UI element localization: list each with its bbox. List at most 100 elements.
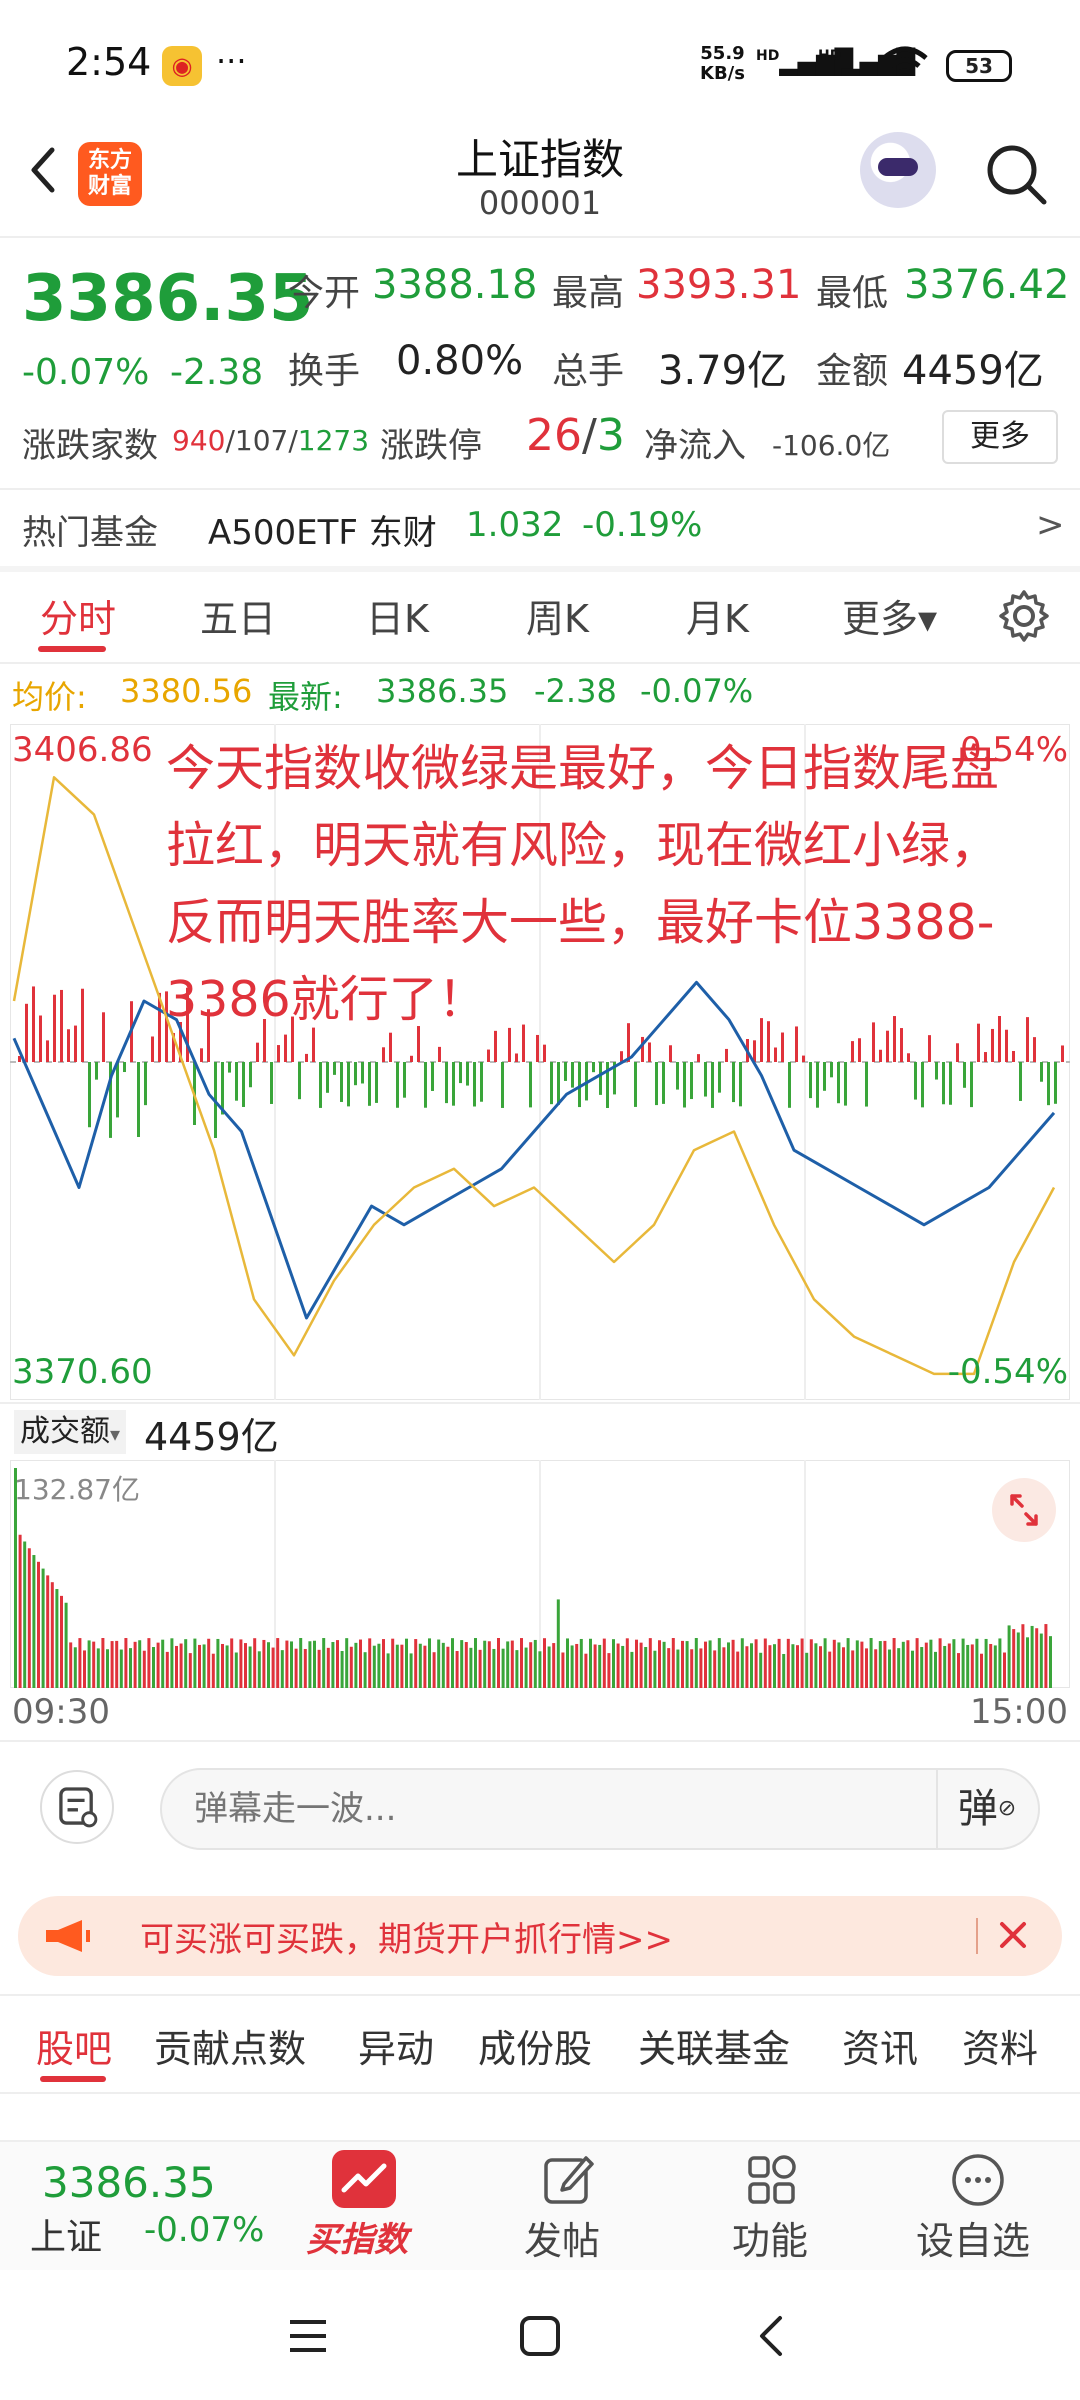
volume-bar — [32, 1555, 36, 1688]
net-speed: 55.9 KB/s — [700, 44, 745, 84]
edit-post-icon[interactable] — [536, 2148, 600, 2212]
assistant-robot-icon[interactable] — [860, 132, 936, 208]
volume-bar — [60, 1595, 63, 1688]
sell-bar — [599, 1062, 602, 1095]
fund-arrow-icon[interactable]: > — [1036, 505, 1065, 545]
tab-weekly-k[interactable]: 周K — [526, 588, 589, 643]
buy-bar — [1033, 1037, 1036, 1062]
volume-bar — [938, 1638, 942, 1688]
sell-bar — [368, 1062, 371, 1106]
volume-bar — [432, 1652, 436, 1688]
volume-bar — [418, 1643, 422, 1688]
sell-bar — [557, 1062, 560, 1105]
trend-chart-icon[interactable] — [332, 2150, 396, 2208]
tab-constituents[interactable]: 成份股 — [478, 2018, 592, 2073]
low-label: 最低 — [816, 273, 889, 314]
volume-bar — [359, 1639, 362, 1688]
sell-bar — [634, 1062, 637, 1107]
volume-bar — [754, 1639, 758, 1688]
volume-bar — [929, 1639, 933, 1688]
volume-max-label: 132.87亿 — [14, 1473, 140, 1506]
functions-button[interactable]: 功能 — [732, 2210, 808, 2265]
bottom-index-name: 上证 — [30, 2217, 103, 2258]
more-circle-icon[interactable] — [946, 2148, 1010, 2212]
buy-bar — [60, 989, 63, 1062]
back-nav-icon[interactable] — [750, 2314, 794, 2358]
volume-bar — [340, 1651, 344, 1688]
volume-type-dropdown[interactable]: 成交额▾ — [14, 1410, 127, 1454]
volume-bar — [920, 1647, 924, 1688]
volume-bar — [382, 1639, 385, 1688]
volume-bar — [331, 1642, 335, 1688]
volume-bar — [570, 1645, 574, 1688]
volume-bar — [616, 1643, 620, 1688]
functions-grid-icon[interactable] — [740, 2148, 804, 2212]
tab-guba[interactable]: 股吧 — [36, 2018, 112, 2073]
sell-bar — [935, 1062, 938, 1080]
menu-icon[interactable] — [286, 2314, 330, 2358]
post-button[interactable]: 发帖 — [524, 2210, 600, 2265]
volume-bar — [842, 1647, 845, 1688]
tab-movement[interactable]: 异动 — [358, 2018, 434, 2073]
volume-bar — [584, 1653, 588, 1688]
home-icon[interactable] — [518, 2314, 562, 2358]
volume-bar — [906, 1640, 910, 1688]
sell-bar — [319, 1062, 322, 1108]
volume-bar — [41, 1568, 45, 1688]
volume-bar — [55, 1589, 59, 1688]
danmu-toggle-button[interactable]: 弹⊘ — [936, 1770, 1036, 1848]
buy-index-button[interactable]: 买指数 — [306, 2212, 408, 2261]
tab-monthly-k[interactable]: 月K — [686, 588, 749, 643]
expand-icon[interactable] — [992, 1478, 1056, 1542]
buy-bar — [907, 1053, 910, 1062]
dropdown-arrow-icon: ▾ — [110, 1422, 121, 1446]
close-icon[interactable] — [988, 1910, 1038, 1960]
add-watchlist-button[interactable]: 设自选 — [916, 2210, 1030, 2265]
volume-bar — [207, 1638, 211, 1688]
volume-bar — [188, 1653, 192, 1688]
volume-bar — [455, 1651, 459, 1688]
volume-bar — [184, 1639, 188, 1688]
y-axis-bottom-label: 3370.60 — [12, 1352, 153, 1392]
divider — [0, 236, 1080, 238]
volume-bar — [395, 1644, 399, 1688]
notes-icon[interactable] — [40, 1770, 114, 1844]
fund-name[interactable]: A500ETF 东财 — [208, 505, 437, 554]
volume-bar — [1012, 1629, 1016, 1688]
volume-bar — [823, 1638, 827, 1688]
volume-bar — [860, 1641, 864, 1688]
buy-bar — [879, 1049, 882, 1062]
search-icon[interactable] — [982, 140, 1052, 210]
buy-bar — [725, 1048, 728, 1062]
tab-news[interactable]: 资讯 — [842, 2018, 918, 2073]
danmu-input[interactable] — [160, 1768, 1040, 1850]
volume-bar — [837, 1642, 841, 1688]
more-button[interactable]: 更多 — [942, 410, 1058, 464]
volume-bar — [50, 1582, 54, 1688]
volume-bar — [957, 1653, 960, 1688]
tab-related-funds[interactable]: 关联基金 — [638, 2018, 790, 2073]
volume-bar — [27, 1548, 31, 1688]
volume-bar — [69, 1642, 73, 1688]
tab-intraday[interactable]: 分时 — [40, 588, 116, 643]
volume-type-label: 成交额 — [20, 1414, 110, 1449]
tab-contribution[interactable]: 贡献点数 — [154, 2018, 306, 2073]
volume-bar — [648, 1638, 652, 1688]
promo-text[interactable]: 可买涨可买跌，期货开户抓行情>> — [140, 1912, 673, 1961]
volume-bar — [147, 1638, 151, 1688]
volume-bar — [460, 1640, 464, 1688]
tab-profile[interactable]: 资料 — [962, 2018, 1038, 2073]
tab-daily-k[interactable]: 日K — [366, 588, 429, 643]
buy-bar — [753, 1040, 756, 1062]
sell-bar — [88, 1062, 91, 1128]
buy-bar — [32, 986, 35, 1062]
volume-bar — [980, 1653, 983, 1688]
volume-bar — [713, 1650, 717, 1688]
volume-bar — [579, 1638, 583, 1688]
settings-gear-icon[interactable] — [996, 588, 1052, 644]
tab-more[interactable]: 更多▾ — [842, 588, 937, 643]
volume-bar — [543, 1638, 546, 1688]
tab-five-day[interactable]: 五日 — [200, 588, 276, 643]
volume-bar — [234, 1652, 238, 1688]
volume-bar — [1003, 1652, 1006, 1688]
